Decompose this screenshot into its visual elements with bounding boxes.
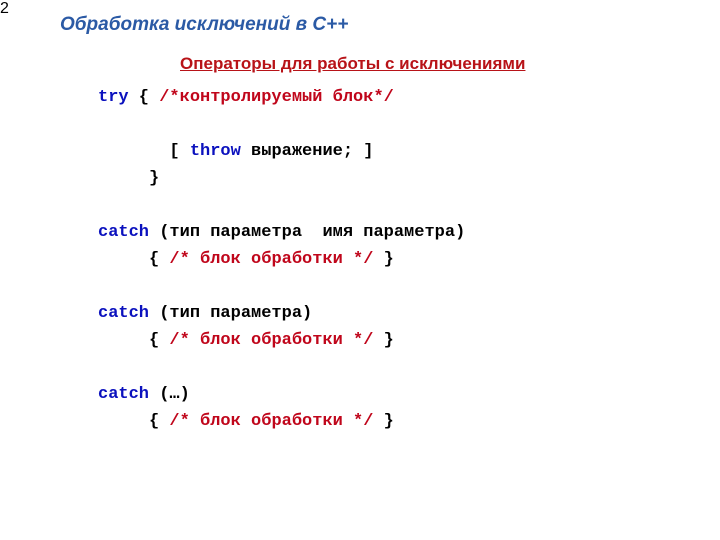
code-comment: /*контролируемый блок*/ (159, 88, 394, 107)
keyword-throw: throw (190, 142, 241, 161)
keyword-try: try (98, 88, 129, 107)
code-text: { (98, 250, 169, 269)
code-text: (тип параметра имя параметра) (149, 223, 465, 242)
slide: Обработка исключений в C++ Операторы для… (0, 0, 720, 540)
slide-title: Обработка исключений в C++ (60, 14, 348, 36)
code-comment: /* блок обработки */ (169, 412, 373, 431)
code-block: try { /*контролируемый блок*/ [ throw вы… (98, 84, 680, 435)
slide-subtitle: Операторы для работы с исключениями (180, 54, 525, 74)
code-text: (…) (149, 385, 190, 404)
keyword-catch: catch (98, 223, 149, 242)
code-text: } (98, 169, 159, 188)
code-text: (тип параметра) (149, 304, 312, 323)
code-text: } (373, 250, 393, 269)
code-text: } (373, 331, 393, 350)
code-text: { (98, 412, 169, 431)
code-text: выражение; ] (241, 142, 374, 161)
code-comment: /* блок обработки */ (169, 331, 373, 350)
code-comment: /* блок обработки */ (169, 250, 373, 269)
keyword-catch: catch (98, 385, 149, 404)
code-text: { (98, 331, 169, 350)
code-text: [ (98, 142, 190, 161)
keyword-catch: catch (98, 304, 149, 323)
code-text: } (373, 412, 393, 431)
code-text: { (129, 88, 160, 107)
